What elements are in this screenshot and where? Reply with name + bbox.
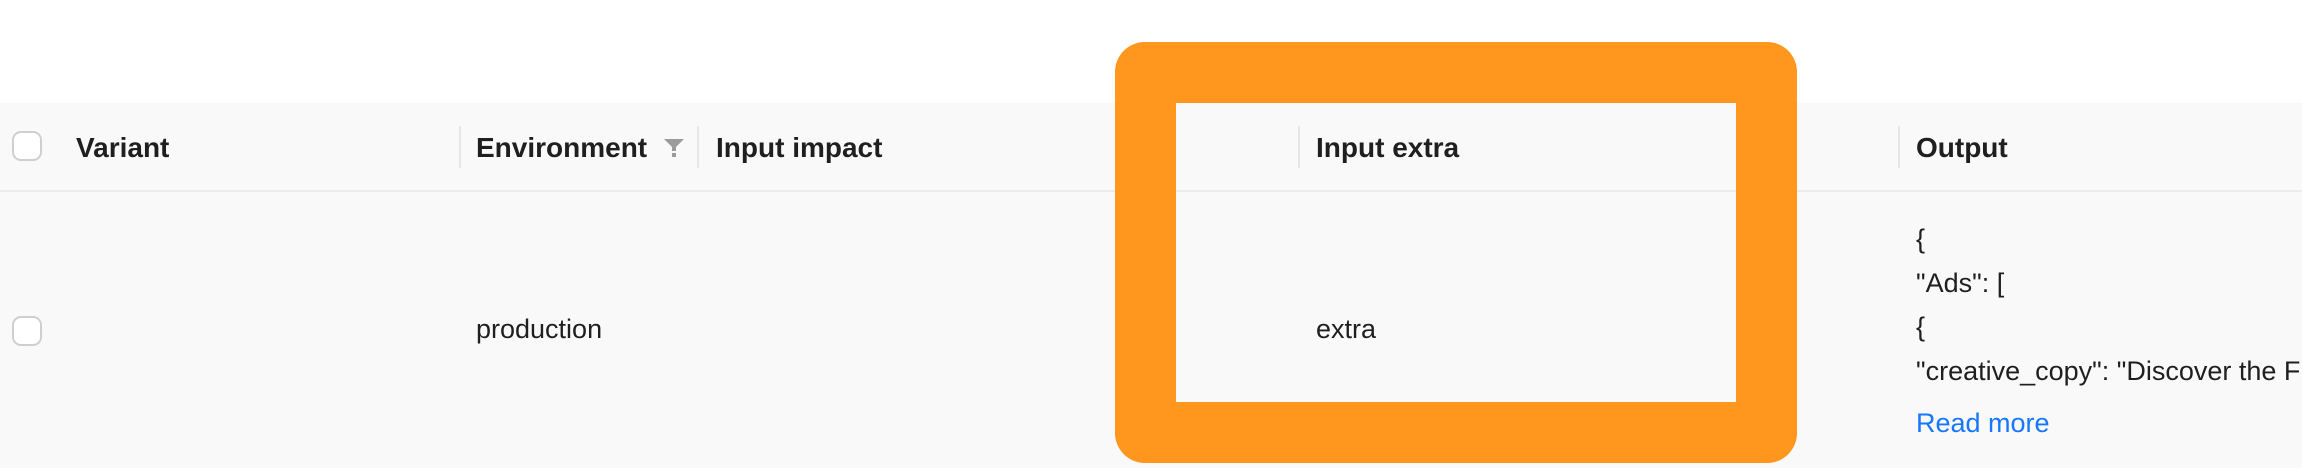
column-resize-handle[interactable]	[1298, 126, 1300, 168]
column-header-label: Variant	[76, 131, 170, 163]
cell-output-line: {	[1916, 312, 1926, 342]
column-header-label: Input extra	[1316, 131, 1460, 163]
table-row[interactable]: production extra { "Ads": [ { "creative_…	[0, 192, 2302, 468]
column-resize-handle[interactable]	[697, 126, 699, 168]
cell-output-line: "creative_copy": "Discover the Future of…	[1916, 356, 2302, 386]
column-header-label: Output	[1916, 131, 2008, 163]
column-resize-handle[interactable]	[1898, 126, 1900, 168]
column-header-label: Input impact	[716, 131, 883, 163]
row-select-checkbox[interactable]	[12, 316, 42, 346]
column-header-variant[interactable]: Variant	[76, 103, 169, 192]
column-header-label: Environment	[476, 131, 648, 163]
cell-output-line: "Ads": [	[1916, 268, 2005, 298]
column-header-output[interactable]: Output	[1916, 103, 2008, 192]
data-table: Variant Environment Input impact Input e…	[0, 103, 2302, 468]
column-resize-handle[interactable]	[459, 126, 461, 168]
cell-input-extra: extra	[1316, 314, 1377, 344]
column-header-input-impact[interactable]: Input impact	[716, 103, 882, 192]
select-all-checkbox[interactable]	[12, 131, 42, 161]
read-more-link[interactable]: Read more	[1916, 408, 2050, 439]
table-header-row: Variant Environment Input impact Input e…	[0, 103, 2302, 192]
column-header-environment[interactable]: Environment	[476, 103, 647, 192]
column-header-input-extra[interactable]: Input extra	[1316, 103, 1459, 192]
screenshot-stage: Variant Environment Input impact Input e…	[0, 0, 2302, 468]
cell-output-line: {	[1916, 224, 1926, 254]
cell-environment: production	[476, 314, 603, 344]
filter-icon[interactable]	[663, 137, 685, 159]
